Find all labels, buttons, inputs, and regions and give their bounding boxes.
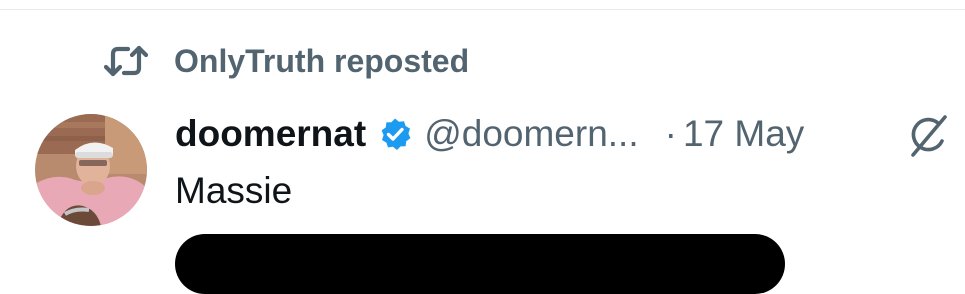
post-header: doomernat @doomern... · 17 May bbox=[175, 110, 804, 158]
repost-label[interactable]: OnlyTruth reposted bbox=[174, 43, 469, 80]
media-preview[interactable] bbox=[175, 234, 785, 294]
grok-icon[interactable] bbox=[905, 111, 953, 159]
post-date[interactable]: 17 May bbox=[683, 113, 804, 155]
repost-icon bbox=[104, 42, 148, 80]
verified-badge-icon[interactable] bbox=[378, 117, 412, 151]
display-name[interactable]: doomernat bbox=[175, 113, 366, 155]
avatar[interactable] bbox=[35, 114, 147, 226]
avatar-image bbox=[35, 114, 147, 226]
repost-context[interactable]: OnlyTruth reposted bbox=[104, 42, 469, 80]
separator-dot: · bbox=[664, 113, 677, 154]
top-divider bbox=[0, 9, 965, 10]
user-handle[interactable]: @doomern... bbox=[424, 113, 638, 155]
post-text: Massie bbox=[175, 170, 293, 211]
